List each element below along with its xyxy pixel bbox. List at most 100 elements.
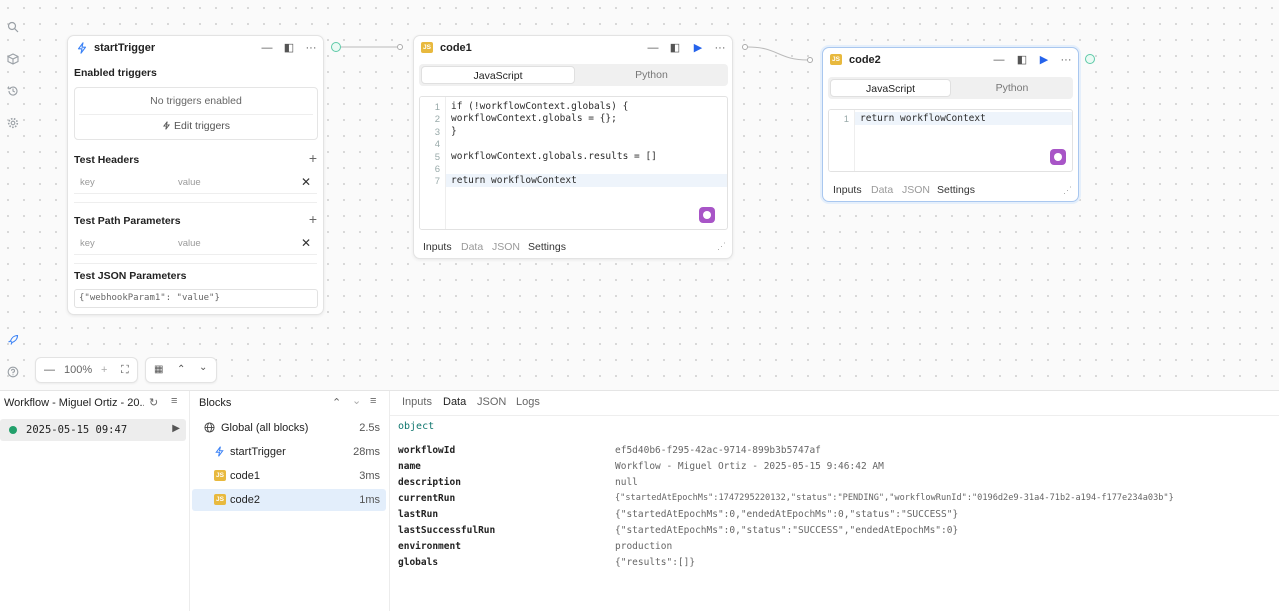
zoom-controls: — 100% + ⛶ [35, 357, 138, 383]
block-label: Global (all blocks) [221, 422, 309, 434]
data-key: description [398, 477, 461, 488]
assistant-icon[interactable] [699, 207, 715, 223]
zoom-out-button[interactable]: — [44, 364, 55, 376]
minimize-button[interactable]: — [260, 41, 274, 55]
more-menu-button[interactable]: ··· [304, 41, 318, 55]
filter-icon[interactable]: ≡ [171, 395, 177, 407]
help-icon[interactable] [7, 366, 19, 378]
minimize-button[interactable]: — [646, 41, 660, 55]
code2-node[interactable]: JS code2 — ◧ ▶ ··· JavaScript Python 1 r… [822, 47, 1079, 202]
run-button[interactable]: ▶ [1037, 53, 1051, 67]
workflow-canvas[interactable]: startTrigger — ◧ ··· Enabled triggers No… [0, 0, 1279, 390]
add-header-icon[interactable]: + [309, 150, 317, 166]
zoom-level[interactable]: 100% [64, 364, 92, 376]
fit-view-button[interactable]: ⛶ [121, 364, 129, 377]
code-editor[interactable]: 1 2 3 4 5 6 7 if (!workflowContext.globa… [419, 96, 728, 230]
block-duration: 28ms [353, 446, 380, 458]
header-key-input[interactable]: key [80, 177, 95, 188]
edge-code1-code2 [748, 46, 809, 61]
chevron-down-icon[interactable]: ⌄ [352, 394, 361, 407]
block-item-code2[interactable]: JS code2 1ms [192, 489, 386, 511]
path-value-input[interactable]: value [178, 238, 201, 249]
path-key-input[interactable]: key [80, 238, 95, 249]
globe-icon [204, 422, 215, 433]
code-line: return workflowContext [860, 113, 986, 124]
more-menu-button[interactable]: ··· [713, 41, 727, 55]
code-editor[interactable]: 1 return workflowContext [828, 109, 1073, 172]
chevron-up-icon[interactable]: ⌃ [332, 396, 341, 409]
lightning-icon [162, 121, 170, 130]
tab-json[interactable]: JSON [492, 241, 520, 253]
tab-inputs[interactable]: Inputs [833, 184, 862, 196]
zoom-in-button[interactable]: + [101, 364, 107, 376]
run-item[interactable]: 2025-05-15 09:47 ▶ [0, 419, 186, 441]
node-title: code2 [849, 54, 881, 66]
more-menu-button[interactable]: ··· [1059, 53, 1073, 67]
line-number: 1 [843, 114, 849, 125]
output-connector[interactable] [331, 42, 341, 52]
run-button[interactable]: ▶ [691, 41, 705, 55]
edit-triggers-button[interactable]: Edit triggers [75, 120, 317, 132]
js-icon: JS [214, 494, 226, 505]
javascript-tab[interactable]: JavaScript [830, 79, 951, 97]
code1-node[interactable]: JS code1 — ◧ ▶ ··· JavaScript Python 1 2… [413, 35, 733, 259]
remove-path-param-icon[interactable]: ✕ [301, 236, 311, 250]
rocket-icon[interactable] [7, 334, 19, 346]
settings-icon[interactable] [7, 117, 19, 129]
tab-json[interactable]: JSON [477, 396, 506, 408]
block-item-global[interactable]: Global (all blocks) 2.5s [192, 417, 386, 439]
play-icon[interactable]: ▶ [172, 423, 180, 434]
block-label: code2 [230, 494, 260, 506]
json-params-input[interactable]: {"webhookParam1": "value"} [74, 289, 318, 308]
tab-data[interactable]: Data [443, 396, 466, 408]
run-timestamp: 2025-05-15 09:47 [26, 424, 128, 436]
cube-icon[interactable] [7, 53, 19, 65]
block-label: startTrigger [230, 446, 286, 458]
remove-header-icon[interactable]: ✕ [301, 175, 311, 189]
chevron-down-icon[interactable]: ⌄ [199, 362, 207, 373]
tab-json[interactable]: JSON [902, 184, 930, 196]
split-view-button[interactable]: ◧ [1015, 53, 1029, 67]
split-view-button[interactable]: ◧ [668, 41, 682, 55]
minimize-button[interactable]: — [992, 53, 1006, 67]
split-view-button[interactable]: ◧ [282, 41, 296, 55]
history-icon[interactable] [7, 85, 19, 97]
block-item-code1[interactable]: JS code1 3ms [192, 465, 386, 487]
tab-logs[interactable]: Logs [516, 396, 540, 408]
block-duration: 3ms [359, 470, 380, 482]
end-connector[interactable] [1085, 54, 1095, 64]
assistant-icon[interactable] [1050, 149, 1066, 165]
blocks-title: Blocks [199, 397, 232, 409]
code-line: workflowContext.globals = {}; [451, 113, 617, 124]
javascript-tab[interactable]: JavaScript [421, 66, 575, 84]
tab-data[interactable]: Data [871, 184, 893, 196]
tab-settings[interactable]: Settings [528, 241, 566, 253]
block-item-starttrigger[interactable]: startTrigger 28ms [192, 441, 386, 463]
tab-inputs[interactable]: Inputs [423, 241, 452, 253]
resize-handle-icon[interactable]: ⋰ [717, 241, 726, 252]
block-duration: 1ms [359, 494, 380, 506]
tab-settings[interactable]: Settings [937, 184, 975, 196]
data-value: {"results":[]} [615, 557, 696, 568]
header-row: key value ✕ [74, 172, 317, 194]
python-tab[interactable]: Python [953, 79, 1071, 97]
tab-inputs[interactable]: Inputs [402, 396, 432, 408]
filter-icon[interactable]: ≡ [370, 395, 376, 407]
test-path-params-label: Test Path Parameters [74, 215, 181, 227]
tab-data[interactable]: Data [461, 241, 483, 253]
search-icon[interactable] [7, 21, 19, 33]
start-trigger-node[interactable]: startTrigger — ◧ ··· Enabled triggers No… [67, 35, 324, 315]
input-port[interactable] [807, 57, 813, 63]
resize-handle-icon[interactable]: ⋰ [1063, 185, 1072, 196]
data-key: workflowId [398, 445, 456, 456]
refresh-icon[interactable]: ↻ [149, 396, 158, 409]
add-path-param-icon[interactable]: + [309, 211, 317, 227]
python-tab[interactable]: Python [577, 66, 726, 84]
data-type-label: object [398, 421, 435, 432]
grid-icon[interactable]: ▦ [154, 364, 163, 375]
input-port[interactable] [397, 44, 403, 50]
data-key: currentRun [398, 493, 456, 504]
header-value-input[interactable]: value [178, 177, 201, 188]
left-rail [0, 0, 26, 390]
chevron-up-icon[interactable]: ⌃ [177, 364, 185, 375]
